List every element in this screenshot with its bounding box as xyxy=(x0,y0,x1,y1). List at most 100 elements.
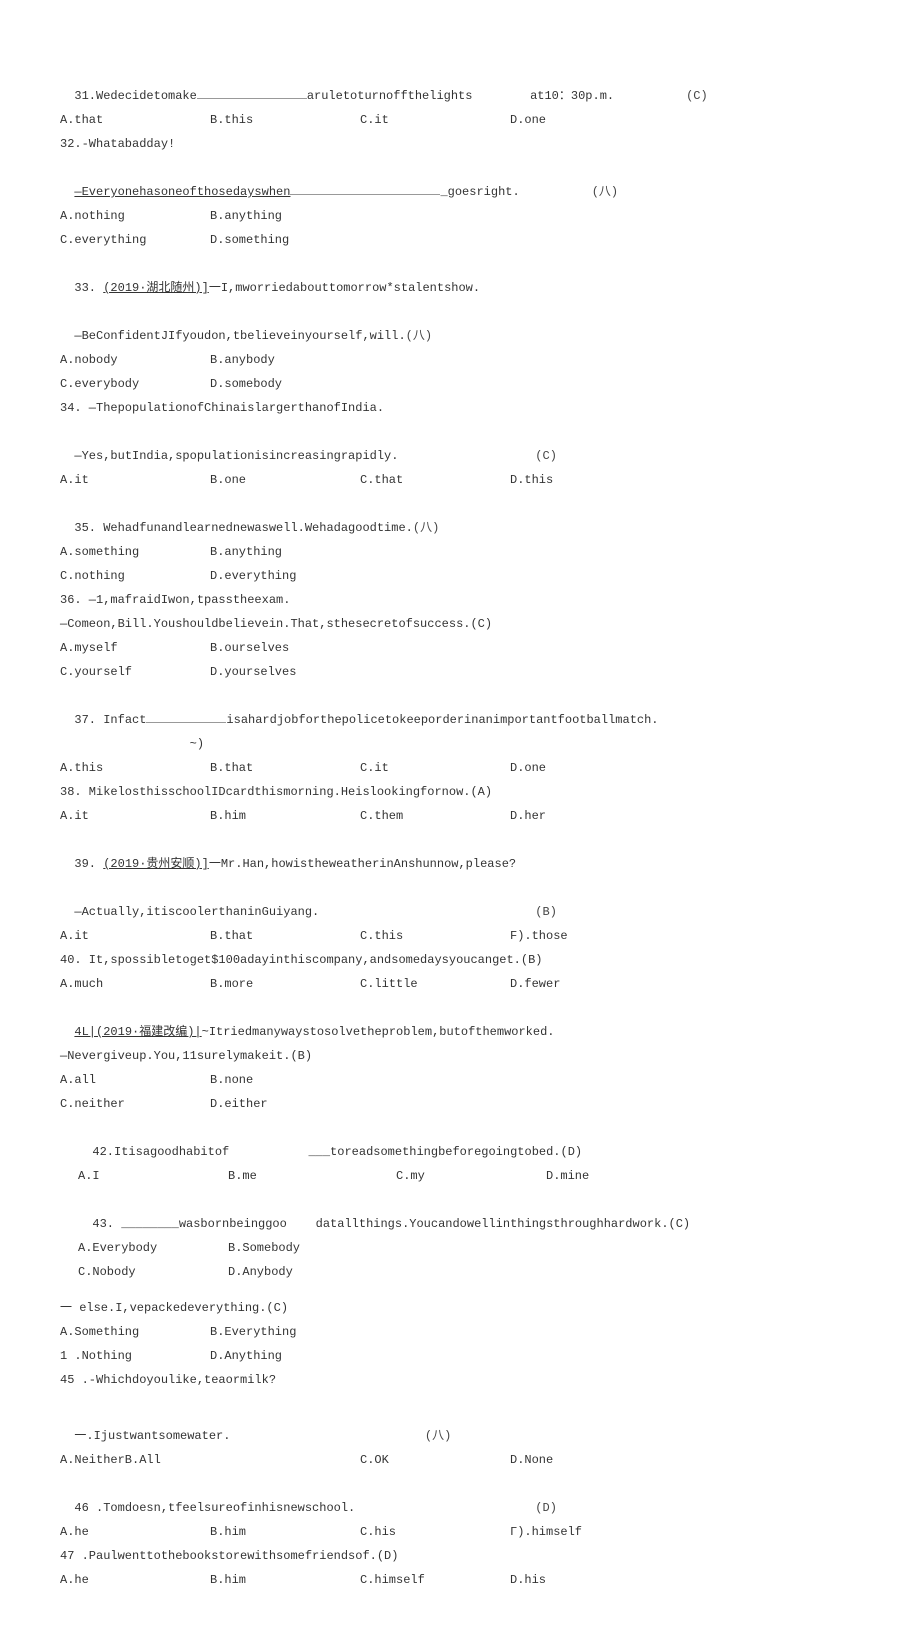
q39-ans: (B) xyxy=(535,905,557,919)
q31-c: C.it xyxy=(360,108,510,132)
q39-l2: —Actually,itiscoolerthaninGuiyang. xyxy=(74,905,319,919)
q37-l1b: isahardjobforthepolicetokeeporderinanimp… xyxy=(226,713,658,727)
q43-c: C.Nobody xyxy=(78,1260,228,1284)
q36-l1: 36. —1,mafraidIwon,tpasstheexam. xyxy=(60,588,860,612)
q35-c: C.nothing xyxy=(60,564,210,588)
q45-c: C.OK xyxy=(360,1448,510,1472)
q33-l1b: (2019·湖北随州)] xyxy=(103,281,209,295)
q31-a: A.that xyxy=(60,108,210,132)
q38-a: A.it xyxy=(60,804,210,828)
q33-l1a: 33. xyxy=(74,281,96,295)
q37-d: D.one xyxy=(510,756,660,780)
q32-opts-row1: A.nothing B.anything xyxy=(60,204,860,228)
q33-c: C.everybody xyxy=(60,372,210,396)
q35-opts-row2: C.nothing D.everything xyxy=(60,564,860,588)
q42-l1: 42.Itisagoodhabitof ___toreadsomethingbe… xyxy=(60,1116,860,1164)
q31-stem: 31.Wedecidetomakearuletoturnoffthelights… xyxy=(60,60,860,108)
q33-b: B.anybody xyxy=(210,348,360,372)
q35-l1: 35. Wehadfunandlearnednewaswell.Wehadago… xyxy=(74,521,412,535)
q34-b: B.one xyxy=(210,468,360,492)
q43-b: B.Somebody xyxy=(228,1236,378,1260)
q40-d: D.fewer xyxy=(510,972,660,996)
q45-opts: A.NeitherB.All C.OK D.None xyxy=(60,1448,860,1472)
q42-b: B.me xyxy=(228,1164,378,1188)
q41-l2: —Nevergiveup.You,11surelymakeit.(B) xyxy=(60,1044,860,1068)
q40-opts: A.much B.more C.little D.fewer xyxy=(60,972,860,996)
q32-opts-row2: C.everything D.something xyxy=(60,228,860,252)
q32-d: D.something xyxy=(210,228,360,252)
q42-l1a: 42.Itisagoodhabitof xyxy=(92,1145,229,1159)
q34-opts: A.it B.one C.that D.this xyxy=(60,468,860,492)
q40-l1: 40. It,spossibletoget$100adayinthiscompa… xyxy=(60,948,860,972)
q47-d: D.his xyxy=(510,1568,660,1592)
q39-l1c: 一Mr.Han,howistheweatherinAnshunnow,pleas… xyxy=(209,857,516,871)
q35-opts-row1: A.something B.anything xyxy=(60,540,860,564)
q41-d: D.either xyxy=(210,1092,360,1116)
q33-l2: —BeConfidentJIfyoudon,tbelieveinyourself… xyxy=(74,329,405,343)
q47-l1: 47 .Paulwenttothebookstorewithsomefriend… xyxy=(60,1544,860,1568)
q39-b: B.that xyxy=(210,924,360,948)
q35-l1w: 35. Wehadfunandlearnednewaswell.Wehadago… xyxy=(60,492,860,540)
q35-b: B.anything xyxy=(210,540,360,564)
q42-d: D.mine xyxy=(546,1164,696,1188)
q43-opts-row1: A.Everybody B.Somebody xyxy=(60,1236,860,1260)
q37-mid-text: ~) xyxy=(190,737,204,751)
q46-opts: A.he B.him C.his Г).himself xyxy=(60,1520,860,1544)
q32-l1: 32.-Whatabadday! xyxy=(60,132,860,156)
q36-b: B.ourselves xyxy=(210,636,360,660)
q45-l1: 45 .-Whichdoyoulike,teaormilk? xyxy=(60,1368,860,1392)
q45-l2: 一.Ijustwantsomewater. xyxy=(74,1429,230,1443)
q39-l1b: (2019·贵州安顺)] xyxy=(103,857,209,871)
q31-rest: aruletoturnoffthelights xyxy=(307,89,473,103)
q44-c: 1 .Nothing xyxy=(60,1344,210,1368)
q47-a: A.he xyxy=(60,1568,210,1592)
q33-opts-row1: A.nobody B.anybody xyxy=(60,348,860,372)
q41-c: C.neither xyxy=(60,1092,210,1116)
q46-l1w: 46 .Tomdoesn,tfeelsureofinhisnewschool. … xyxy=(60,1472,860,1520)
q46-d: Г).himself xyxy=(510,1520,660,1544)
q39-l1a: 39. xyxy=(74,857,96,871)
q46-a: A.he xyxy=(60,1520,210,1544)
q41-l1a: 4L|(2019·福建改编)| xyxy=(74,1025,201,1039)
q32-l2a: —Everyonehasoneofthosedayswhen xyxy=(74,185,290,199)
q47-b: B.him xyxy=(210,1568,360,1592)
q36-opts-row2: C.yourself D.yourselves xyxy=(60,660,860,684)
q42-l1b: ___toreadsomethingbeforegoingtobed.(D) xyxy=(308,1145,582,1159)
q33-a: A.nobody xyxy=(60,348,210,372)
q32-l2b: _goesright. xyxy=(440,185,519,199)
q31-d: D.one xyxy=(510,108,660,132)
q37-opts: A.this B.that C.it D.one xyxy=(60,756,860,780)
q37-a: A.this xyxy=(60,756,210,780)
q38-opts: A.it B.him C.them D.her xyxy=(60,804,860,828)
q47-c: C.himself xyxy=(360,1568,510,1592)
q35-d: D.everything xyxy=(210,564,360,588)
q41-b: B.none xyxy=(210,1068,360,1092)
q38-d: D.her xyxy=(510,804,660,828)
q43-l1b: datallthings.Youcandowellinthingsthrough… xyxy=(316,1217,690,1231)
q41-a: A.all xyxy=(60,1068,210,1092)
q40-b: B.more xyxy=(210,972,360,996)
q34-a: A.it xyxy=(60,468,210,492)
q37-mid: ~) xyxy=(60,732,860,756)
q36-d: D.yourselves xyxy=(210,660,360,684)
q36-l2: —Comeon,Bill.Youshouldbelievein.That,sth… xyxy=(60,612,860,636)
q35-a: A.something xyxy=(60,540,210,564)
q32-a: A.nothing xyxy=(60,204,210,228)
q41-opts-row2: C.neither D.either xyxy=(60,1092,860,1116)
q31-time: at10：30p.m. xyxy=(530,89,614,103)
q33-opts-row2: C.everybody D.somebody xyxy=(60,372,860,396)
q45-l2w: 一.Ijustwantsomewater. (八) xyxy=(60,1400,860,1448)
q33-l1: 33. (2019·湖北随州)]一I,mworriedabouttomorrow… xyxy=(60,252,860,300)
q32-c: C.everything xyxy=(60,228,210,252)
q36-c: C.yourself xyxy=(60,660,210,684)
q39-a: A.it xyxy=(60,924,210,948)
q34-l2w: —Yes,butIndia,spopulationisincreasingrap… xyxy=(60,420,860,468)
q41-l1b: ~Itriedmanywaystosolvetheproblem,butofth… xyxy=(202,1025,555,1039)
q44-opts-row2: 1 .Nothing D.Anything xyxy=(60,1344,860,1368)
q44-opts-row1: A.Something B.Everything xyxy=(60,1320,860,1344)
q43-opts-row2: C.Nobody D.Anybody xyxy=(60,1260,860,1284)
q35-ans: (八) xyxy=(413,521,439,535)
q31-b: B.this xyxy=(210,108,360,132)
q33-l1c: 一I,mworriedabouttomorrow*stalentshow. xyxy=(209,281,480,295)
q43-d: D.Anybody xyxy=(228,1260,378,1284)
